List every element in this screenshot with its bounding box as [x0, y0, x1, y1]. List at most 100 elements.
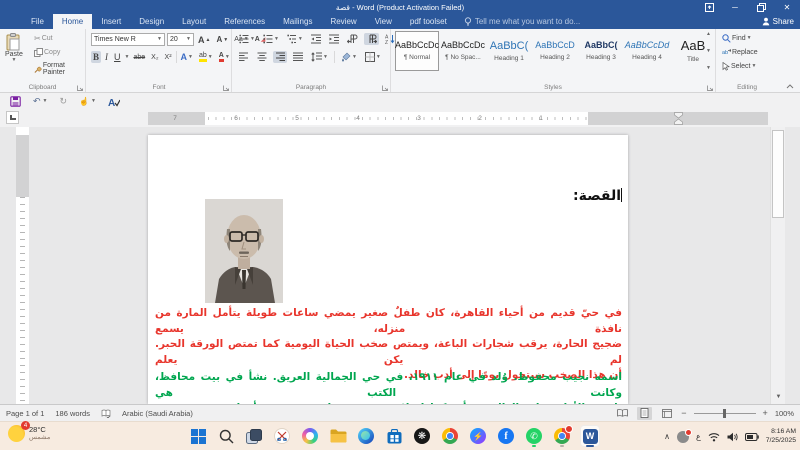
style-heading-4[interactable]: AaBbCcDdHeading 4: [625, 31, 669, 71]
tab-review[interactable]: Review: [321, 14, 365, 29]
paste-dropdown-caret[interactable]: ▼: [11, 58, 16, 63]
tab-references[interactable]: References: [215, 14, 274, 29]
wifi-icon[interactable]: [708, 432, 720, 442]
word-count[interactable]: 186 words: [55, 409, 90, 418]
redo-button[interactable]: ↻: [60, 96, 68, 107]
scroll-down-button[interactable]: ▼: [771, 390, 786, 404]
naguib-mahfouz-portrait[interactable]: [205, 199, 283, 303]
facebook-icon[interactable]: f: [496, 425, 516, 447]
replace-button[interactable]: ab Replace: [720, 47, 760, 58]
spelling-check-button[interactable]: A: [108, 97, 120, 107]
cut-button[interactable]: ✂ Cut: [32, 33, 55, 44]
document-heading[interactable]: القصة:: [573, 188, 622, 204]
tray-expand-chevron[interactable]: ∧: [664, 432, 670, 441]
share-button[interactable]: Share: [762, 14, 794, 29]
styles-scroll-down[interactable]: ▼: [706, 48, 711, 54]
tab-stop-selector[interactable]: [6, 111, 19, 124]
tell-me-box[interactable]: Tell me what you want to do...: [456, 14, 588, 29]
rtl-direction-button[interactable]: [364, 33, 379, 45]
italic-button[interactable]: I: [103, 51, 110, 63]
language-indicator[interactable]: Arabic (Saudi Arabia): [122, 409, 193, 418]
copilot-icon[interactable]: [300, 425, 320, 447]
chatgpt-icon[interactable]: ❋: [412, 425, 432, 447]
document-page[interactable]: القصة: في حيّ قديم من أحياء القاهرة، كان…: [148, 135, 628, 404]
text-effects-button[interactable]: A▼: [179, 51, 195, 63]
tab-home[interactable]: Home: [53, 14, 92, 29]
decrease-indent-button[interactable]: [309, 33, 323, 45]
align-right-button[interactable]: [273, 51, 287, 63]
touch-mouse-mode-button[interactable]: ☝▼: [79, 97, 96, 106]
find-button[interactable]: Find▼: [720, 33, 754, 44]
tab-view[interactable]: View: [366, 14, 401, 29]
font-color-button[interactable]: A▼: [217, 51, 232, 63]
style-no-spacing[interactable]: AaBbCcDc¶ No Spac...: [441, 31, 485, 71]
tab-file[interactable]: File: [22, 14, 53, 29]
search-button[interactable]: [216, 425, 236, 447]
ribbon-display-options-button[interactable]: [696, 0, 722, 14]
clipboard-dialog-launcher[interactable]: [77, 85, 83, 91]
font-dialog-launcher[interactable]: [223, 85, 229, 91]
paragraph-dialog-launcher[interactable]: [382, 85, 388, 91]
underline-button[interactable]: U: [112, 51, 123, 63]
save-button[interactable]: [10, 96, 21, 107]
tab-layout[interactable]: Layout: [173, 14, 215, 29]
tab-mailings[interactable]: Mailings: [274, 14, 321, 29]
messenger-icon[interactable]: ⚡: [468, 425, 488, 447]
increase-indent-button[interactable]: [327, 33, 341, 45]
tab-pdf-toolset[interactable]: pdf toolset: [401, 14, 456, 29]
minimize-button[interactable]: ─: [722, 0, 748, 14]
align-left-button[interactable]: [237, 51, 251, 63]
undo-button[interactable]: ↶▼: [33, 96, 48, 107]
start-button[interactable]: [188, 425, 208, 447]
superscript-button[interactable]: X²: [163, 53, 174, 62]
zoom-slider[interactable]: [694, 413, 756, 414]
zoom-level[interactable]: 100%: [775, 409, 794, 418]
file-explorer-icon[interactable]: [328, 425, 348, 447]
weather-widget[interactable]: 4 28°C مشمس: [8, 425, 50, 442]
copy-button[interactable]: Copy: [32, 47, 62, 58]
style-heading-3[interactable]: AaBbC(Heading 3: [579, 31, 623, 71]
restore-button[interactable]: [748, 0, 774, 14]
edge-icon[interactable]: [356, 425, 376, 447]
task-view-button[interactable]: [244, 425, 264, 447]
story-paragraph-2[interactable]: اسمه نجيب محفوظ. وُلد في عام ١٩١١، في حي…: [155, 370, 622, 404]
style-heading-1[interactable]: AaBbC(Heading 1: [487, 31, 531, 71]
bullets-button[interactable]: ▼: [237, 33, 257, 45]
underline-caret[interactable]: ▼: [125, 55, 130, 60]
clock[interactable]: 8:16 AM 7/25/2025: [766, 428, 796, 445]
close-button[interactable]: ✕: [774, 0, 800, 14]
page-indicator[interactable]: Page 1 of 1: [6, 409, 44, 418]
web-layout-button[interactable]: [659, 407, 674, 420]
volume-icon[interactable]: [727, 432, 738, 442]
font-name-combo[interactable]: Times New R▼: [91, 33, 165, 46]
line-spacing-button[interactable]: ▼: [309, 51, 330, 63]
microsoft-store-icon[interactable]: [384, 425, 404, 447]
bold-button[interactable]: B: [91, 51, 101, 63]
snipping-tool-icon[interactable]: [272, 425, 292, 447]
proofing-status-icon[interactable]: [101, 409, 111, 418]
styles-gallery-more[interactable]: ▼: [706, 65, 711, 71]
format-painter-button[interactable]: Format Painter: [32, 61, 85, 77]
zoom-slider-thumb[interactable]: [723, 409, 726, 418]
grow-font-button[interactable]: A▲: [196, 34, 212, 46]
read-mode-button[interactable]: [615, 407, 630, 420]
shrink-font-button[interactable]: A▼: [214, 34, 230, 45]
scrollbar-thumb[interactable]: [772, 130, 784, 218]
recording-indicator-icon[interactable]: [677, 431, 689, 443]
font-size-combo[interactable]: 20▼: [167, 33, 194, 46]
numbering-button[interactable]: ▼: [261, 33, 281, 45]
word-taskbar-icon[interactable]: W: [580, 425, 600, 447]
tab-design[interactable]: Design: [130, 14, 173, 29]
style-normal[interactable]: AaBbCcDc¶ Normal: [395, 31, 439, 71]
tab-insert[interactable]: Insert: [92, 14, 130, 29]
ltr-direction-button[interactable]: [345, 33, 360, 45]
print-layout-button[interactable]: [637, 407, 652, 420]
subscript-button[interactable]: X₂: [149, 53, 160, 62]
shading-button[interactable]: ▼: [339, 51, 359, 63]
collapse-ribbon-button[interactable]: [786, 84, 794, 89]
indent-markers[interactable]: [674, 112, 683, 125]
paste-button[interactable]: Paste ▼: [5, 33, 23, 63]
styles-dialog-launcher[interactable]: [707, 85, 713, 91]
zoom-out-button[interactable]: −: [681, 408, 686, 418]
whatsapp-icon[interactable]: ✆: [524, 425, 544, 447]
